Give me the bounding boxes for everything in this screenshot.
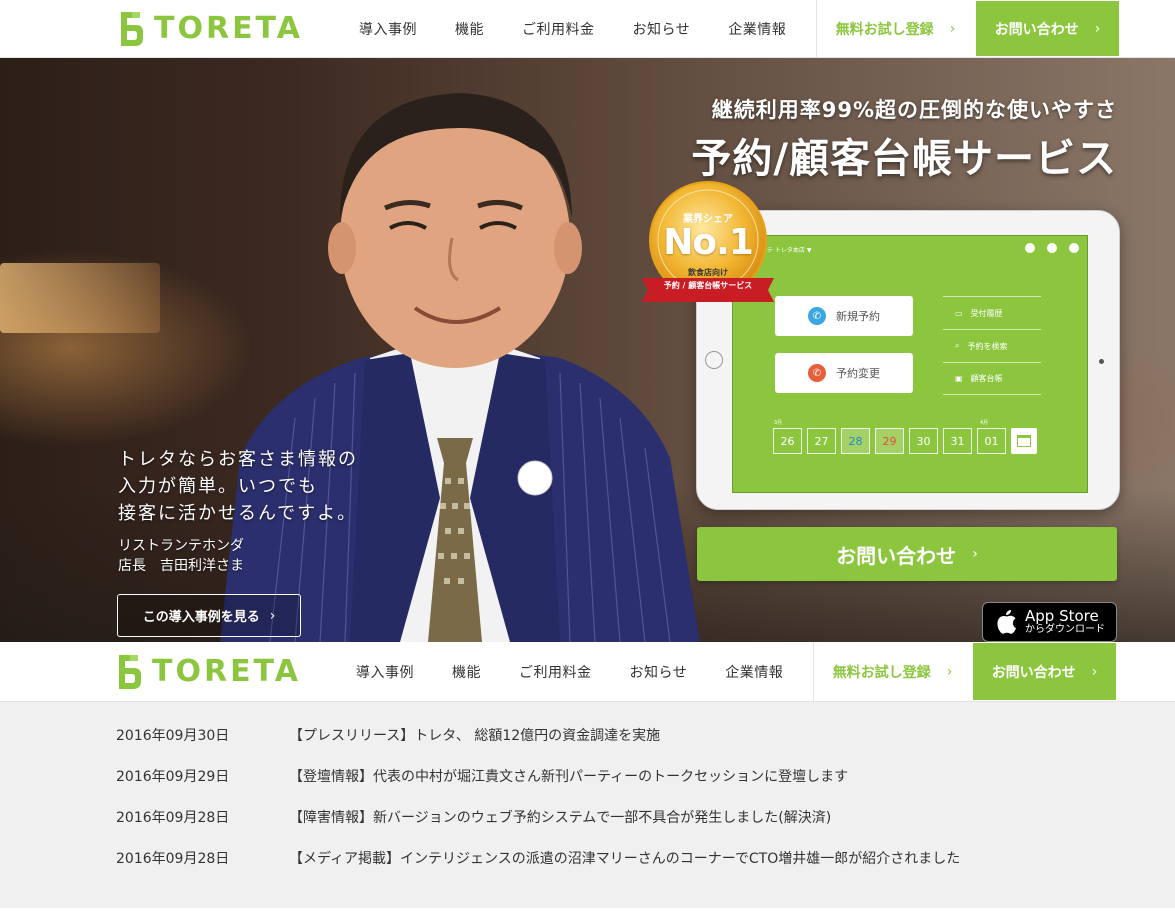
month-label-left: 3月 [774, 420, 783, 426]
news-date: 2016年09月28日 [116, 810, 230, 826]
nav-cases[interactable]: 導入事例 [340, 19, 436, 39]
calendar-icon [1011, 428, 1037, 454]
date-cell: 29 [875, 428, 904, 454]
toreta-logo[interactable]: TORETA [116, 653, 301, 691]
news-title: 【プレスリリース】トレタ、 総額12億円の資金調達を実施 [289, 728, 661, 744]
news-date: 2016年09月29日 [116, 769, 230, 785]
chevron-right-icon: › [1091, 663, 1098, 680]
chevron-right-icon: › [946, 663, 953, 680]
view-case-study-button[interactable]: この導入事例を見る › [117, 594, 301, 637]
app-store-title: App Store [1025, 607, 1099, 625]
date-cell: 28 [841, 428, 870, 454]
app-screen: ストランテ トレタ本店 ▼ ✆ 新規予約 ✆ 予約変更 ▭ 受付履歴 ⌕ 予約を検索… [732, 235, 1088, 493]
date-cell: 27 [807, 428, 836, 454]
chevron-right-icon: › [972, 546, 978, 562]
contact-label: お問い合わせ [994, 21, 1079, 38]
news-title: 【登壇情報】代表の中村が堀江貴文さん新刊パーティーのトークセッションに登壇します [289, 769, 849, 785]
date-cell: 01 [977, 428, 1006, 454]
hero-headline: 予約/顧客台帳サービス [691, 136, 1117, 182]
news-section: 2016年09月30日 【プレスリリース】トレタ、 総額12億円の資金調達を実施… [0, 702, 1175, 908]
nav-company[interactable]: 企業情報 [706, 662, 802, 682]
change-reservation-label: 予約変更 [836, 367, 880, 380]
date-cell: 26 [773, 428, 802, 454]
app-store-subtitle: からダウンロード [1025, 624, 1105, 635]
sticky-header: TORETA 導入事例 機能 ご利用料金 お知らせ 企業情報 無料お試し登録 ›… [0, 642, 1175, 702]
sticky-nav: 導入事例 機能 ご利用料金 お知らせ 企業情報 [337, 642, 802, 701]
main-nav: 導入事例 機能 ご利用料金 お知らせ 企業情報 [340, 0, 805, 57]
news-item[interactable]: 2016年09月30日 【プレスリリース】トレタ、 総額12億円の資金調達を実施 [116, 725, 660, 745]
nav-news[interactable]: お知らせ [611, 662, 707, 682]
free-trial-label: 無料お試し登録 [832, 664, 931, 681]
free-trial-button[interactable]: 無料お試し登録 › [816, 0, 974, 57]
app-menu-search: ⌕ 予約を検索 [943, 329, 1041, 362]
phone-icon: ✆ [808, 307, 826, 325]
gear-icon [1069, 243, 1079, 253]
news-date: 2016年09月30日 [116, 728, 230, 744]
nav-pricing[interactable]: ご利用料金 [503, 19, 614, 39]
app-menu-history: ▭ 受付履歴 [943, 296, 1041, 329]
date-cell: 30 [909, 428, 938, 454]
hero-person-photo [220, 93, 700, 642]
new-reservation-label: 新規予約 [836, 310, 880, 323]
date-strip: 26 27 28 29 30 31 01 [773, 428, 1037, 454]
chevron-right-icon: › [269, 607, 276, 624]
inbox-icon: ▭ [955, 308, 963, 318]
contact-button[interactable]: お問い合わせ › [976, 1, 1119, 56]
news-item[interactable]: 2016年09月29日 【登壇情報】代表の中村が堀江貴文さん新刊パーティーのトー… [116, 766, 848, 786]
quote-attribution: リストランテホンダ 店長 吉田利洋さま [118, 538, 244, 574]
badge-sub-text: 飲食店向け [688, 268, 728, 277]
news-item[interactable]: 2016年09月28日 【メディア掲載】インテリジェンスの派遣の沼津マリーさんの… [116, 848, 960, 868]
hero-tagline: 継続利用率99%超の圧倒的な使いやすさ [711, 98, 1117, 122]
site-header: TORETA 導入事例 機能 ご利用料金 お知らせ 企業情報 無料お試し登録 ›… [0, 0, 1175, 58]
hero-contact-label: お問い合わせ [836, 543, 957, 568]
customer-quote: トレタならお客さま情報の 入力が簡単。いつでも 接客に活かせるんですよ。 [118, 449, 358, 524]
no1-badge: 業界シェア No.1 飲食店向け 予約 / 顧客台帳サービス [638, 178, 778, 303]
free-trial-button[interactable]: 無料お試し登録 › [813, 642, 971, 701]
home-button-icon [705, 351, 723, 369]
help-icon [1047, 243, 1057, 253]
nav-news[interactable]: お知らせ [614, 19, 710, 39]
mail-icon [1025, 243, 1035, 253]
camera-icon [1099, 359, 1104, 364]
new-reservation-button: ✆ 新規予約 [775, 296, 913, 336]
date-cell: 31 [943, 428, 972, 454]
app-top-bar: ストランテ トレタ本店 ▼ [733, 236, 1087, 266]
phone-icon: ✆ [808, 364, 826, 382]
hero-contact-button[interactable]: お問い合わせ › [697, 527, 1117, 581]
apple-icon [997, 610, 1016, 634]
badge-ribbon-text: 予約 / 顧客台帳サービス [663, 281, 753, 290]
app-toolbar-icons [1025, 243, 1079, 253]
news-title: 【障害情報】新バージョンのウェブ予約システムで一部不具合が発生しました(解決済) [289, 810, 832, 826]
news-date: 2016年09月28日 [116, 851, 230, 867]
nav-features[interactable]: 機能 [436, 19, 503, 39]
app-menu-customers: ▣ 顧客台帳 [943, 362, 1041, 395]
month-label-right: 4月 [980, 420, 989, 426]
hero-section: 継続利用率99%超の圧倒的な使いやすさ 予約/顧客台帳サービス ストランテ トレ… [0, 58, 1175, 642]
nav-company[interactable]: 企業情報 [709, 19, 805, 39]
toreta-logo-icon [121, 11, 143, 46]
app-store-badge[interactable]: App Store からダウンロード [982, 602, 1117, 642]
toreta-logo[interactable]: TORETA [118, 10, 303, 48]
nav-pricing[interactable]: ご利用料金 [500, 662, 611, 682]
chevron-right-icon: › [949, 20, 956, 37]
toreta-logo-icon [119, 654, 141, 689]
background-light [0, 263, 160, 333]
app-side-menu: ▭ 受付履歴 ⌕ 予約を検索 ▣ 顧客台帳 [943, 296, 1041, 395]
news-item[interactable]: 2016年09月28日 【障害情報】新バージョンのウェブ予約システムで一部不具合… [116, 807, 831, 827]
view-case-study-label: この導入事例を見る [142, 610, 260, 625]
nav-features[interactable]: 機能 [433, 662, 500, 682]
change-reservation-button: ✆ 予約変更 [775, 353, 913, 393]
logo-text: TORETA [154, 11, 303, 46]
customer-book-icon: ▣ [955, 374, 963, 383]
free-trial-label: 無料お試し登録 [835, 21, 934, 38]
news-title: 【メディア掲載】インテリジェンスの派遣の沼津マリーさんのコーナーでCTO増井雄一… [289, 851, 961, 867]
logo-text: TORETA [152, 654, 301, 689]
chevron-right-icon: › [1094, 20, 1101, 37]
contact-label: お問い合わせ [991, 664, 1076, 681]
contact-button[interactable]: お問い合わせ › [973, 643, 1116, 700]
search-icon: ⌕ [955, 341, 960, 350]
nav-cases[interactable]: 導入事例 [337, 662, 433, 682]
badge-main-text: No.1 [663, 222, 754, 263]
